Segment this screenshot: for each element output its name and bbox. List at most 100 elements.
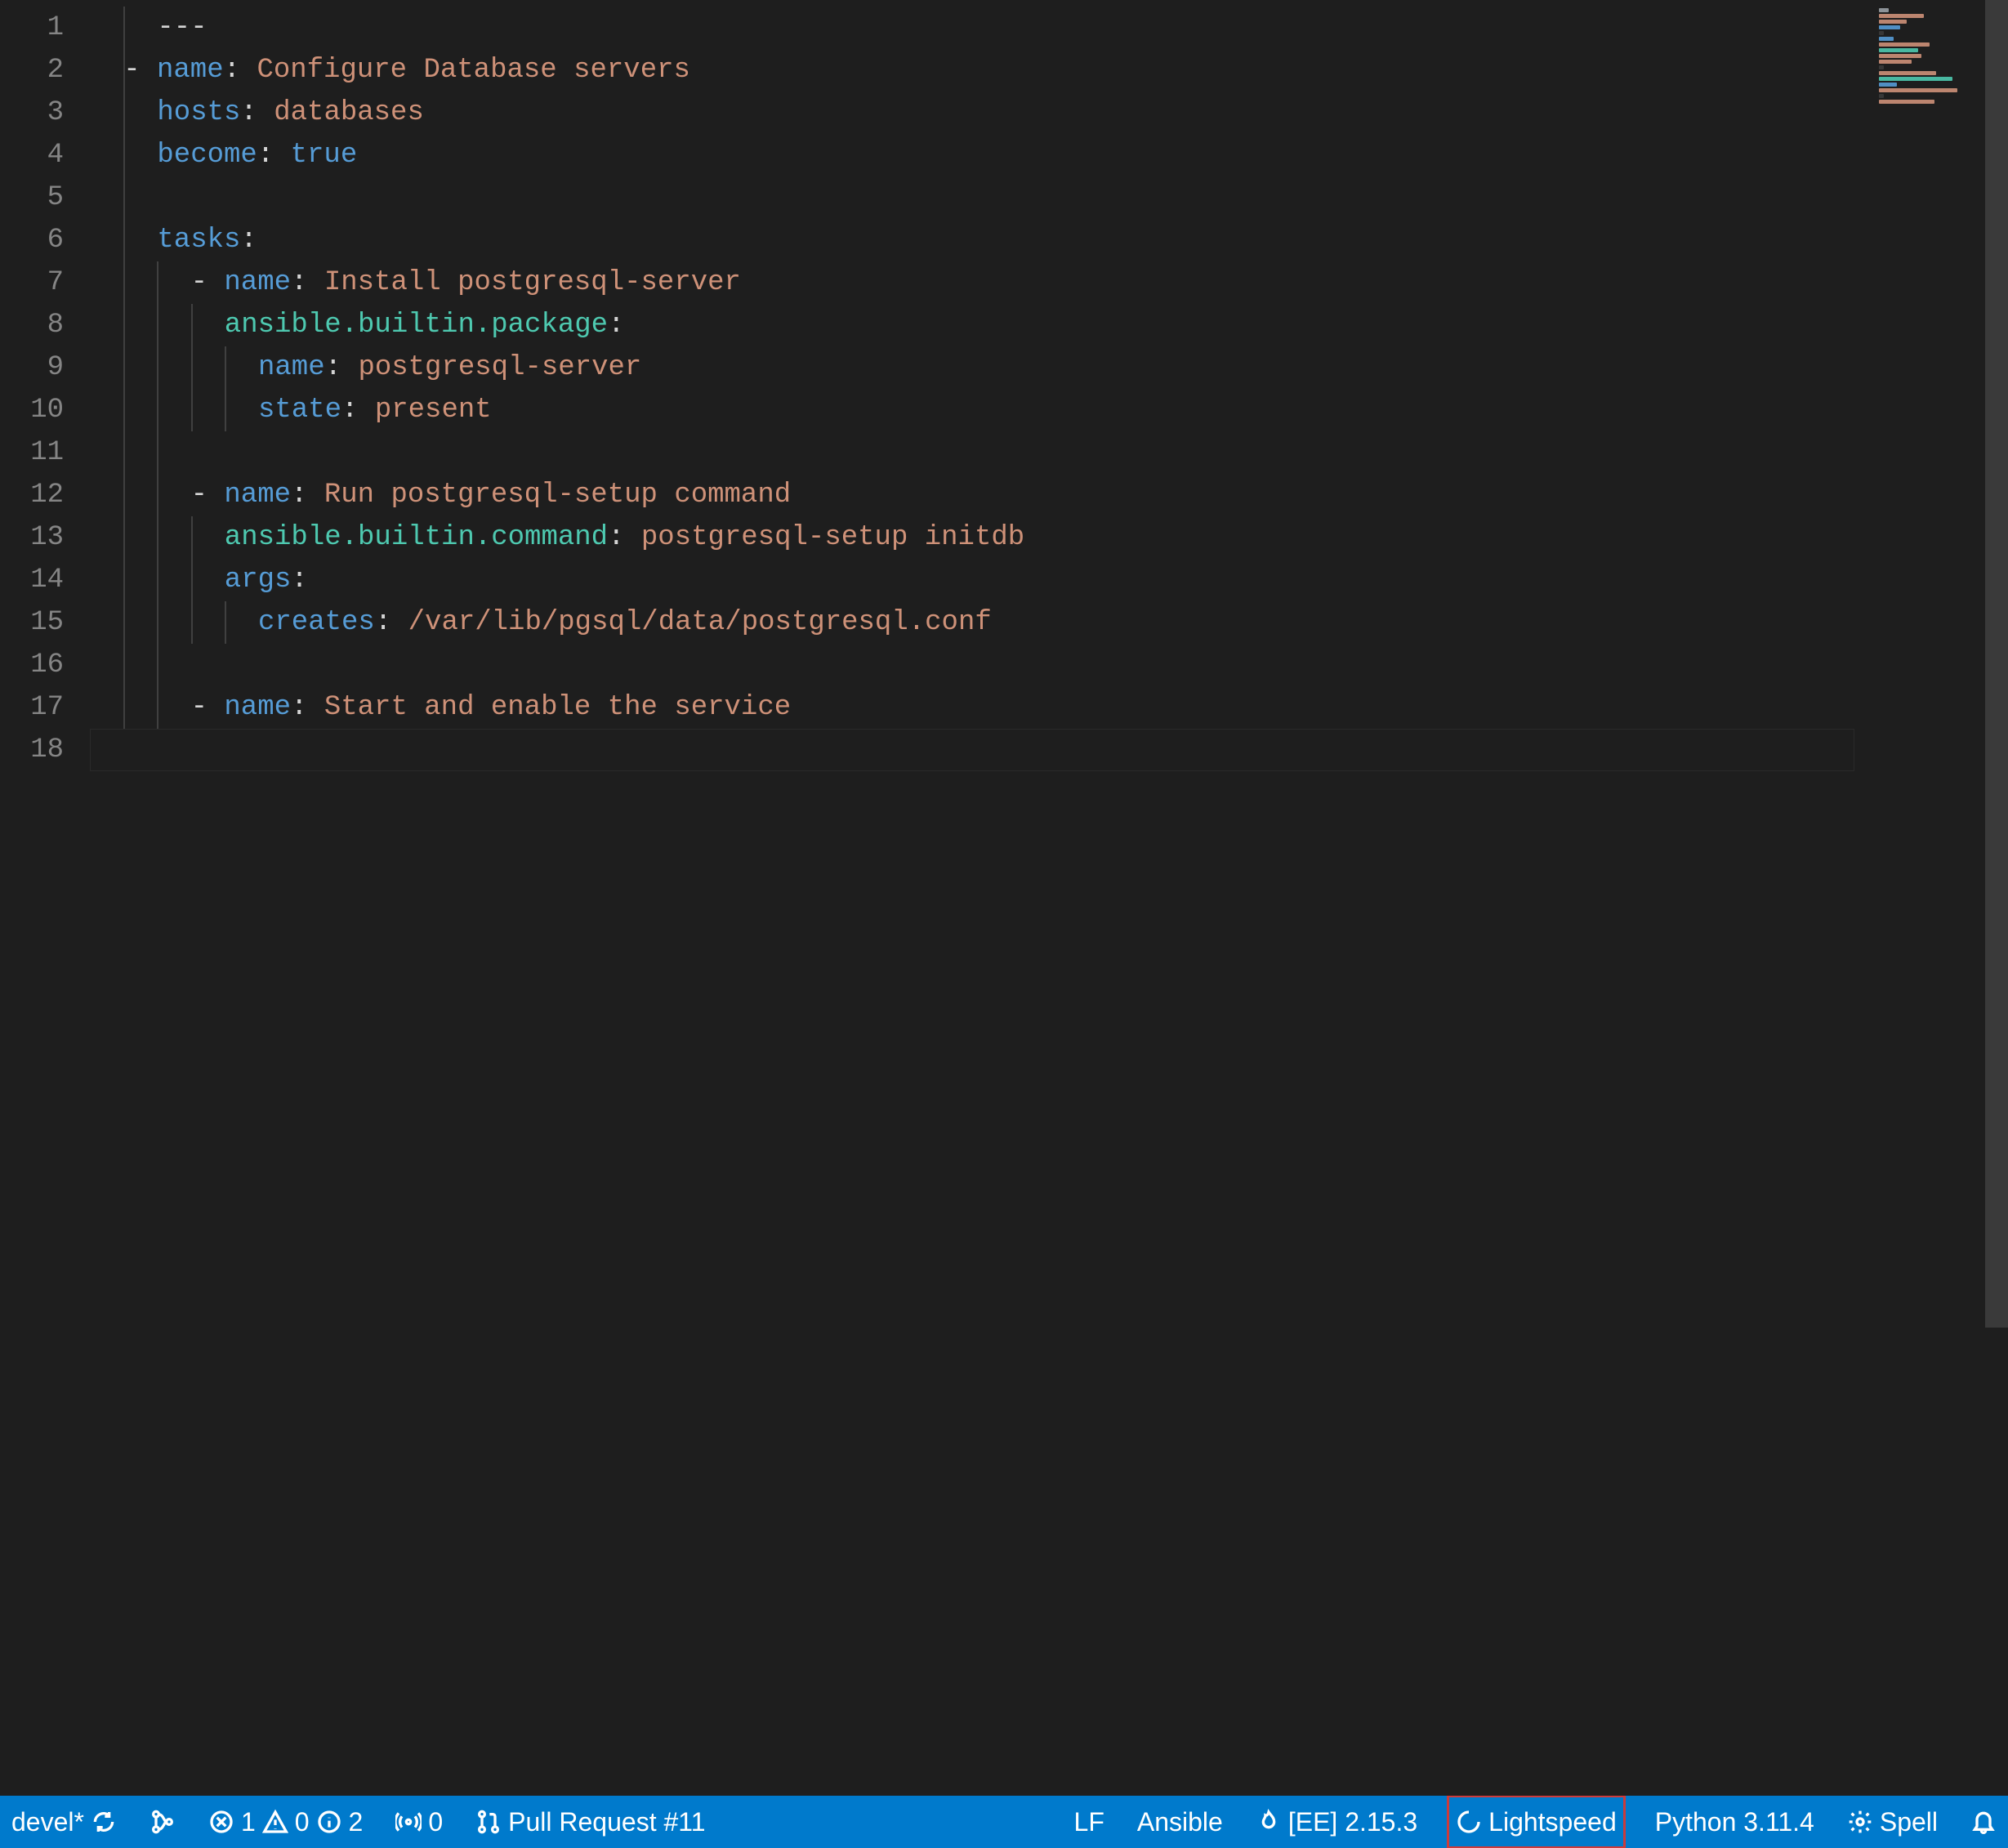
code-line[interactable]: tasks:	[90, 219, 2008, 261]
line-number: 11	[0, 431, 90, 474]
lightspeed-label: Lightspeed	[1488, 1807, 1617, 1837]
code-line[interactable]: ansible.builtin.command: postgresql-setu…	[90, 516, 2008, 559]
code-token: name	[224, 686, 291, 729]
code-token: ansible.builtin.command	[225, 516, 608, 559]
python-interpreter-item[interactable]: Python 3.11.4	[1650, 1796, 1819, 1848]
code-line[interactable]: ---	[90, 7, 2008, 49]
line-number: 6	[0, 219, 90, 261]
notifications-item[interactable]	[1966, 1796, 2001, 1848]
code-token: /var/lib/pgsql/data/postgresql.conf	[408, 601, 992, 644]
code-token: :	[257, 134, 291, 176]
code-token: state	[258, 389, 341, 431]
git-graph-icon	[149, 1809, 176, 1835]
code-line[interactable]: - name: Install postgresql-server	[90, 261, 2008, 304]
code-token: :	[375, 601, 408, 644]
code-token: name	[224, 474, 291, 516]
code-line[interactable]	[90, 644, 2008, 686]
line-number: 13	[0, 516, 90, 559]
code-token: :	[240, 219, 257, 261]
problems-item[interactable]: 1 0 2	[203, 1796, 368, 1848]
code-line[interactable]	[90, 729, 1854, 771]
code-token: :	[325, 346, 359, 389]
language-label: Ansible	[1137, 1807, 1223, 1837]
code-token: creates	[258, 601, 375, 644]
info-icon	[316, 1809, 342, 1835]
code-line[interactable]	[90, 176, 2008, 219]
git-branch-item[interactable]: devel*	[7, 1796, 122, 1848]
source-control-graph-item[interactable]	[145, 1796, 181, 1848]
bell-icon	[1970, 1809, 1997, 1835]
code-token: present	[375, 389, 492, 431]
code-token: :	[341, 389, 375, 431]
broadcast-icon	[395, 1809, 422, 1835]
code-token: tasks	[157, 219, 240, 261]
line-number: 2	[0, 49, 90, 92]
gear-icon	[1847, 1809, 1873, 1835]
branch-label: devel*	[11, 1807, 84, 1837]
code-token: databases	[274, 92, 424, 134]
code-token: true	[291, 134, 358, 176]
info-count: 2	[349, 1807, 364, 1837]
code-line[interactable]: args:	[90, 559, 2008, 601]
code-line[interactable]: creates: /var/lib/pgsql/data/postgresql.…	[90, 601, 2008, 644]
code-line[interactable]: - name: Start and enable the service	[90, 686, 2008, 729]
lightspeed-item[interactable]: Lightspeed	[1445, 1796, 1627, 1848]
code-token: :	[240, 92, 274, 134]
code-token: :	[608, 304, 624, 346]
ports-item[interactable]: 0	[390, 1796, 448, 1848]
line-number-gutter: 123456789101112131415161718	[0, 0, 90, 1796]
eol-label: LF	[1074, 1807, 1104, 1837]
code-line[interactable]	[90, 431, 2008, 474]
line-number: 16	[0, 644, 90, 686]
line-number: 8	[0, 304, 90, 346]
code-token: ---	[157, 7, 207, 49]
line-number: 15	[0, 601, 90, 644]
code-token: -	[123, 49, 157, 92]
code-token: Configure Database servers	[257, 49, 690, 92]
warning-count: 0	[295, 1807, 310, 1837]
pull-request-label: Pull Request #11	[508, 1807, 705, 1837]
vertical-scrollbar[interactable]	[1985, 0, 2008, 1328]
code-token: hosts	[157, 92, 240, 134]
code-line[interactable]: become: true	[90, 134, 2008, 176]
line-number: 4	[0, 134, 90, 176]
code-token: name	[224, 261, 291, 304]
code-token: -	[191, 686, 225, 729]
pull-request-item[interactable]: Pull Request #11	[471, 1796, 710, 1848]
code-line[interactable]: ansible.builtin.package:	[90, 304, 2008, 346]
sync-icon	[91, 1809, 117, 1835]
spell-check-item[interactable]: Spell	[1842, 1796, 1943, 1848]
language-mode-item[interactable]: Ansible	[1132, 1796, 1228, 1848]
code-token: -	[191, 474, 225, 516]
code-token: Run postgresql-setup command	[324, 474, 791, 516]
code-line[interactable]: - name: Run postgresql-setup command	[90, 474, 2008, 516]
line-number: 14	[0, 559, 90, 601]
line-number: 12	[0, 474, 90, 516]
code-line[interactable]: hosts: databases	[90, 92, 2008, 134]
line-number: 5	[0, 176, 90, 219]
eol-item[interactable]: LF	[1069, 1796, 1109, 1848]
line-number: 9	[0, 346, 90, 389]
code-area[interactable]: ---- name: Configure Database servershos…	[90, 0, 2008, 1796]
code-line[interactable]: - name: Configure Database servers	[90, 49, 2008, 92]
execution-environment-item[interactable]: [EE] 2.15.3	[1251, 1796, 1422, 1848]
pull-request-icon	[475, 1809, 502, 1835]
flame-icon	[1256, 1809, 1282, 1835]
warning-icon	[262, 1809, 288, 1835]
spell-label: Spell	[1880, 1807, 1938, 1837]
line-number: 7	[0, 261, 90, 304]
code-token: Start and enable the service	[324, 686, 791, 729]
code-line[interactable]: name: postgresql-server	[90, 346, 2008, 389]
line-number: 18	[0, 729, 90, 771]
code-token: :	[291, 474, 324, 516]
code-token: name	[157, 49, 224, 92]
code-editor[interactable]: 123456789101112131415161718 ---- name: C…	[0, 0, 2008, 1796]
code-line[interactable]: state: present	[90, 389, 2008, 431]
code-token: name	[258, 346, 325, 389]
code-token: become	[157, 134, 257, 176]
code-token: Install postgresql-server	[324, 261, 741, 304]
error-icon	[208, 1809, 234, 1835]
code-token: :	[291, 261, 324, 304]
code-token: :	[608, 516, 641, 559]
line-number: 1	[0, 7, 90, 49]
